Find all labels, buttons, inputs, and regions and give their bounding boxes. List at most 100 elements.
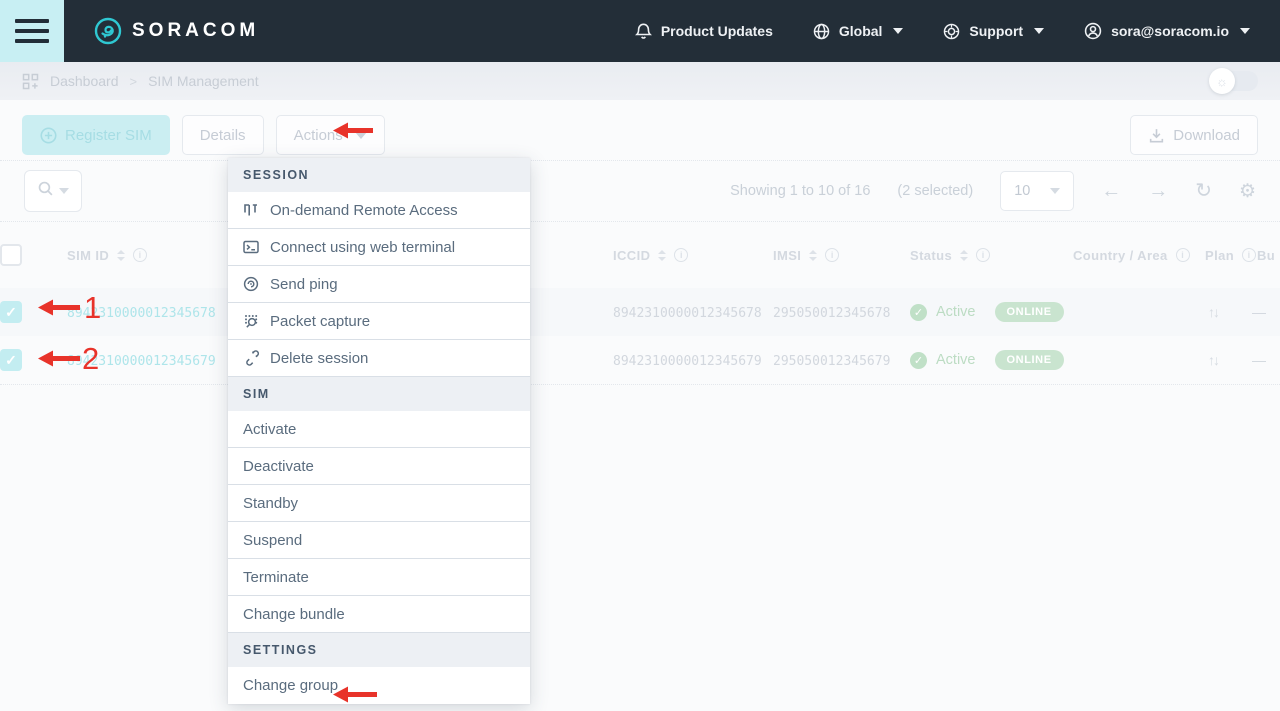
breadcrumb-separator: > bbox=[130, 74, 138, 89]
register-sim-label: Register SIM bbox=[65, 127, 152, 144]
status-label: Active bbox=[936, 352, 976, 368]
column-header-country-area[interactable]: Country / Area i bbox=[1068, 248, 1200, 263]
session-online-badge: ONLINE bbox=[995, 350, 1064, 370]
soracom-logo-icon bbox=[94, 17, 122, 45]
column-header-imsi[interactable]: IMSI i bbox=[768, 248, 905, 263]
row-checkbox[interactable]: ✓ bbox=[0, 349, 22, 371]
soracom-logo[interactable]: SORACOM bbox=[94, 17, 259, 45]
bundles-cell: — bbox=[1252, 352, 1280, 368]
theme-toggle-knob: ☼ bbox=[1209, 68, 1235, 94]
sort-icon[interactable] bbox=[960, 250, 968, 261]
plan-transfer-icon: ↑↓ bbox=[1200, 352, 1252, 368]
product-updates-label: Product Updates bbox=[661, 23, 773, 39]
sort-icon[interactable] bbox=[117, 250, 125, 261]
iccid-cell: 8942310000012345679 bbox=[608, 354, 762, 369]
top-navbar: SORACOM Product Updates Global bbox=[0, 0, 1280, 62]
gear-icon[interactable]: ⚙ bbox=[1239, 182, 1256, 201]
menu-item-change-bundle[interactable]: Change bundle bbox=[228, 596, 530, 633]
info-icon[interactable]: i bbox=[1176, 248, 1190, 262]
menu-item-change-group[interactable]: Change group bbox=[228, 667, 530, 704]
sun-icon: ☼ bbox=[1216, 74, 1228, 89]
pagination: Showing 1 to 10 of 16 (2 selected) 10 ← … bbox=[730, 171, 1256, 211]
account-menu[interactable]: sora@soracom.io bbox=[1084, 22, 1250, 40]
annotation-arrow-change-group bbox=[333, 686, 377, 708]
menu-item-connect-web-terminal[interactable]: Connect using web terminal bbox=[228, 229, 530, 266]
menu-item-packet-capture[interactable]: Packet capture bbox=[228, 303, 530, 340]
chevron-down-icon bbox=[893, 28, 903, 34]
annotation-arrow-row-2 bbox=[38, 350, 80, 372]
active-check-icon: ✓ bbox=[910, 352, 927, 369]
info-icon[interactable]: i bbox=[674, 248, 688, 262]
menu-item-on-demand-remote-access[interactable]: On-demand Remote Access bbox=[228, 192, 530, 229]
check-icon: ✓ bbox=[5, 304, 17, 321]
imsi-cell: 295050012345679 bbox=[768, 354, 890, 369]
breadcrumb-current: SIM Management bbox=[148, 73, 259, 89]
global-label: Global bbox=[839, 23, 883, 39]
product-updates-link[interactable]: Product Updates bbox=[635, 22, 773, 40]
sort-icon[interactable] bbox=[809, 250, 817, 261]
column-header-status[interactable]: Status i bbox=[905, 248, 1068, 263]
details-button[interactable]: Details bbox=[182, 115, 264, 155]
theme-toggle[interactable]: ☼ bbox=[1212, 71, 1258, 91]
annotation-number-1: 1 bbox=[84, 292, 101, 323]
previous-page-button[interactable]: ← bbox=[1101, 181, 1121, 201]
next-page-button[interactable]: → bbox=[1148, 181, 1168, 201]
status-cell: ✓ Active ONLINE bbox=[905, 350, 1068, 370]
check-icon: ✓ bbox=[5, 352, 17, 369]
sim-toolbar: Register SIM Details Actions Download bbox=[0, 100, 1280, 156]
sort-icon[interactable] bbox=[658, 250, 666, 261]
page-size-select[interactable]: 10 bbox=[1000, 171, 1074, 211]
select-all-checkbox[interactable] bbox=[0, 244, 22, 266]
hamburger-menu-button[interactable] bbox=[0, 0, 64, 62]
globe-icon bbox=[813, 23, 830, 40]
selected-count-text: (2 selected) bbox=[897, 183, 973, 199]
annotation-number-2: 2 bbox=[82, 343, 99, 374]
bundles-cell: — bbox=[1252, 304, 1280, 320]
refresh-icon[interactable]: ↻ bbox=[1195, 181, 1212, 201]
breadcrumb: Dashboard > SIM Management ☼ bbox=[0, 62, 1280, 100]
chevron-down-icon bbox=[1034, 28, 1044, 34]
status-label: Active bbox=[936, 304, 976, 320]
packet-capture-icon bbox=[243, 313, 259, 329]
info-icon[interactable]: i bbox=[825, 248, 839, 262]
register-sim-button[interactable]: Register SIM bbox=[22, 115, 170, 155]
chevron-down-icon bbox=[1050, 188, 1060, 194]
menu-section-settings: SETTINGS bbox=[228, 633, 530, 667]
info-icon[interactable]: i bbox=[976, 248, 990, 262]
menu-item-deactivate[interactable]: Deactivate bbox=[228, 448, 530, 485]
table-row[interactable]: ✓ 8942310000012345679 894231000001234567… bbox=[0, 336, 1280, 384]
plus-circle-icon bbox=[40, 127, 57, 144]
global-coverage-menu[interactable]: Global bbox=[813, 23, 904, 40]
menu-item-delete-session[interactable]: Delete session bbox=[228, 340, 530, 377]
ping-icon bbox=[243, 276, 259, 292]
table-bottom-divider bbox=[0, 384, 1280, 385]
dashboard-grid-icon bbox=[22, 73, 39, 90]
table-header-row: SIM ID i Name i ICCID i IMSI i Status i … bbox=[0, 222, 1280, 288]
menu-item-activate[interactable]: Activate bbox=[228, 411, 530, 448]
menu-item-terminate[interactable]: Terminate bbox=[228, 559, 530, 596]
brand-name: SORACOM bbox=[132, 20, 259, 42]
web-terminal-icon bbox=[243, 239, 259, 255]
menu-item-send-ping[interactable]: Send ping bbox=[228, 266, 530, 303]
table-row[interactable]: ✓ 8942310000012345678 894231000001234567… bbox=[0, 288, 1280, 336]
bell-icon bbox=[635, 22, 652, 40]
download-label: Download bbox=[1173, 127, 1240, 144]
plan-transfer-icon: ↑↓ bbox=[1200, 304, 1252, 320]
annotation-arrow-row-1 bbox=[38, 299, 80, 321]
support-menu[interactable]: Support bbox=[943, 23, 1044, 40]
status-cell: ✓ Active ONLINE bbox=[905, 302, 1068, 322]
column-header-iccid[interactable]: ICCID i bbox=[608, 248, 768, 263]
download-button[interactable]: Download bbox=[1130, 115, 1258, 155]
column-header-bundles[interactable]: Bu bbox=[1252, 248, 1280, 263]
support-label: Support bbox=[969, 23, 1023, 39]
column-header-plan[interactable]: Plan i bbox=[1200, 248, 1252, 263]
search-button[interactable] bbox=[24, 170, 82, 212]
menu-item-standby[interactable]: Standby bbox=[228, 485, 530, 522]
info-icon[interactable]: i bbox=[133, 248, 147, 262]
row-checkbox[interactable]: ✓ bbox=[0, 301, 22, 323]
menu-section-session: SESSION bbox=[228, 158, 530, 192]
menu-item-suspend[interactable]: Suspend bbox=[228, 522, 530, 559]
imsi-cell: 295050012345678 bbox=[768, 306, 890, 321]
hamburger-icon bbox=[15, 19, 49, 23]
breadcrumb-dashboard[interactable]: Dashboard bbox=[50, 73, 119, 89]
